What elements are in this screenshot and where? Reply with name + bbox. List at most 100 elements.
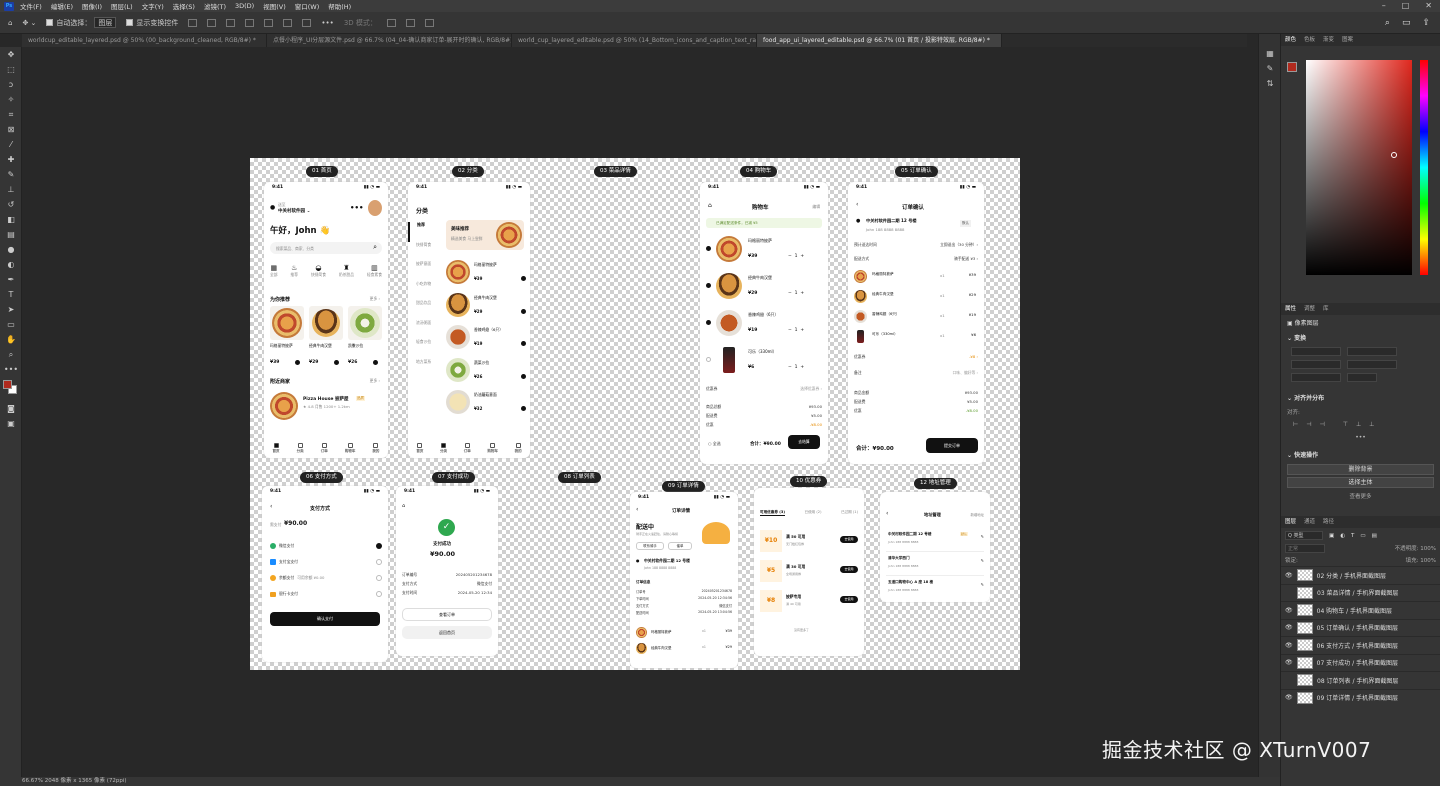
- screen-mode-icon[interactable]: ▣: [0, 416, 22, 431]
- auto-select-dropdown[interactable]: 图层: [94, 17, 117, 28]
- layer-row[interactable]: 03 菜品详情 / 手机界面截图层: [1281, 583, 1440, 602]
- align-middle-icon[interactable]: [283, 18, 293, 27]
- menu-image[interactable]: 图像(I): [82, 1, 102, 11]
- menu-view[interactable]: 视图(V): [263, 1, 286, 11]
- select-subject-button[interactable]: 选择主体: [1287, 477, 1434, 488]
- align-bottom-icon[interactable]: ⊥: [1369, 421, 1374, 428]
- align-hcenter-icon[interactable]: ⊣: [1306, 421, 1311, 428]
- delivery-time-row[interactable]: 预计送达时间 立即送出（30 分钟）›: [854, 242, 978, 248]
- camera-3d-icon[interactable]: [424, 18, 434, 27]
- shortcut-dessert[interactable]: ♜ 奶茶甜品: [339, 264, 354, 278]
- nav-category[interactable]: 分类: [297, 443, 304, 454]
- color-picker-handle[interactable]: [1391, 152, 1397, 158]
- marquee-tool-icon[interactable]: ⬚: [0, 62, 22, 77]
- magic-wand-icon[interactable]: ✧: [0, 92, 22, 107]
- nav-category[interactable]: 分类: [440, 443, 447, 454]
- quick-mask-icon[interactable]: ◙: [0, 401, 22, 416]
- tab-layers[interactable]: 图层: [1285, 516, 1296, 528]
- edit-icon[interactable]: ✎: [981, 534, 984, 539]
- angle-field[interactable]: [1291, 373, 1341, 382]
- check-icon[interactable]: [706, 357, 711, 362]
- add-button[interactable]: [521, 406, 526, 411]
- menu-file[interactable]: 文件(F): [20, 1, 42, 11]
- frame-tool-icon[interactable]: ⊠: [0, 122, 22, 137]
- sidebar-item[interactable]: 轻食沙拉: [408, 339, 442, 359]
- address-item[interactable]: 五道口购物中心 A 座 18 楼 John 188 8888 8888 ✎: [886, 576, 984, 600]
- radio-unchecked[interactable]: [376, 559, 382, 565]
- cart-item[interactable]: 可乐（330ml） ¥6 − 1 +: [706, 345, 822, 382]
- brush-settings-icon[interactable]: ✎: [1259, 61, 1281, 76]
- tab-adjustments[interactable]: 调整: [1304, 303, 1315, 315]
- align-bottom-icon[interactable]: [302, 18, 312, 27]
- add-button[interactable]: [521, 308, 526, 314]
- share-icon[interactable]: ⇪: [1422, 18, 1430, 28]
- radio-unchecked[interactable]: [376, 591, 382, 597]
- artboard-label-detail[interactable]: 09 订单详情: [662, 481, 705, 492]
- quantity-stepper[interactable]: − 1 +: [788, 328, 804, 333]
- tab-swatches[interactable]: 色板: [1304, 34, 1315, 46]
- gradient-tool-icon[interactable]: ▤: [0, 227, 22, 242]
- visibility-icon[interactable]: 👁: [1285, 659, 1293, 666]
- healing-brush-icon[interactable]: ✚: [0, 152, 22, 167]
- align-top-icon[interactable]: ⊤: [1343, 421, 1348, 428]
- artboard-label-category[interactable]: 02 分类: [452, 166, 484, 177]
- nav-cart[interactable]: 购物车: [487, 443, 498, 454]
- path-select-icon[interactable]: ➤: [0, 302, 22, 317]
- more-icon[interactable]: •••: [1281, 430, 1440, 447]
- sidebar-item[interactable]: 小吃炸物: [408, 281, 442, 301]
- sidebar-item[interactable]: 披萨意面: [408, 261, 442, 281]
- adjustments-icon[interactable]: ⇅: [1259, 76, 1281, 91]
- x-field[interactable]: [1291, 360, 1341, 369]
- filter-smart-icon[interactable]: ▤: [1372, 533, 1377, 539]
- brush-tool-icon[interactable]: ✎: [0, 167, 22, 182]
- use-coupon-button[interactable]: 去使用: [840, 566, 858, 573]
- category-banner[interactable]: 美味推荐 精选美食 马上尝鲜: [446, 220, 524, 250]
- tab-libraries[interactable]: 库: [1323, 303, 1329, 315]
- home-icon[interactable]: ⌂: [708, 202, 712, 209]
- more-options-icon[interactable]: •••: [321, 19, 333, 27]
- note-row[interactable]: 备注 口味、偏好等 ›: [854, 370, 978, 376]
- add-button[interactable]: [295, 360, 300, 365]
- recommend-card-1[interactable]: [270, 306, 304, 340]
- select-all[interactable]: ○ 全选: [708, 441, 721, 447]
- pen-tool-icon[interactable]: ✒: [0, 272, 22, 287]
- shortcut-fast[interactable]: ◒ 快餐简食: [311, 264, 326, 278]
- artboard-label-orders[interactable]: 08 订单列表: [558, 472, 601, 483]
- foreground-color-swatch[interactable]: [1287, 62, 1297, 72]
- align-top-icon[interactable]: [264, 18, 274, 27]
- address-item[interactable]: 中关村软件园二期 12 号楼 默认 John 188 8888 8888 ✎: [886, 528, 984, 552]
- foreground-color-swatch[interactable]: [3, 380, 12, 389]
- lasso-tool-icon[interactable]: ↄ: [0, 77, 22, 92]
- back-icon[interactable]: ‹: [856, 201, 858, 208]
- add-button[interactable]: [373, 360, 378, 365]
- color-field[interactable]: [1306, 60, 1412, 275]
- artboard-label-home[interactable]: 01 首页: [306, 166, 338, 177]
- method-alipay[interactable]: 支付宝支付: [270, 554, 382, 570]
- dodge-tool-icon[interactable]: ◐: [0, 257, 22, 272]
- add-button[interactable]: [521, 373, 526, 379]
- quantity-stepper[interactable]: − 1 +: [788, 365, 804, 370]
- quantity-stepper[interactable]: − 1 +: [788, 254, 804, 259]
- doc-tab-world-cup[interactable]: world_cup_layered_editable.psd @ 50% (14…: [512, 34, 757, 47]
- list-item[interactable]: 玛格丽特披萨 ¥39: [446, 258, 526, 291]
- artboard-label-pay[interactable]: 06 支付方式: [300, 472, 343, 483]
- shortcut-recommend[interactable]: ♨ 推荐: [290, 264, 298, 278]
- check-icon[interactable]: [706, 283, 711, 288]
- menu-3d[interactable]: 3D(D): [235, 2, 254, 10]
- hue-slider[interactable]: [1420, 60, 1428, 275]
- auto-select-checkbox[interactable]: [46, 19, 54, 26]
- back-icon[interactable]: ‹: [886, 510, 888, 517]
- delivery-method-row[interactable]: 配送方式 骑手配送 ¥3 ›: [854, 256, 978, 262]
- width-field[interactable]: [1291, 347, 1341, 356]
- stamp-tool-icon[interactable]: ⊥: [0, 182, 22, 197]
- quantity-stepper[interactable]: − 1 +: [788, 291, 804, 296]
- sidebar-item[interactable]: 浓汤粥面: [408, 320, 442, 340]
- list-item[interactable]: 香辣鸡翅（6只） ¥19: [446, 323, 526, 356]
- list-item[interactable]: 奶油蘑菇意面 ¥32: [446, 388, 526, 421]
- coupon-row[interactable]: 优惠券 选择优惠券 ›: [706, 386, 822, 392]
- search-icon[interactable]: ⌕: [373, 243, 377, 252]
- add-button[interactable]: [521, 276, 526, 281]
- doc-tab-worldcup[interactable]: worldcup_editable_layered.psd @ 50% (00_…: [22, 34, 267, 47]
- menu-edit[interactable]: 编辑(E): [51, 1, 73, 11]
- sidebar-item[interactable]: 快餐简食: [408, 242, 442, 262]
